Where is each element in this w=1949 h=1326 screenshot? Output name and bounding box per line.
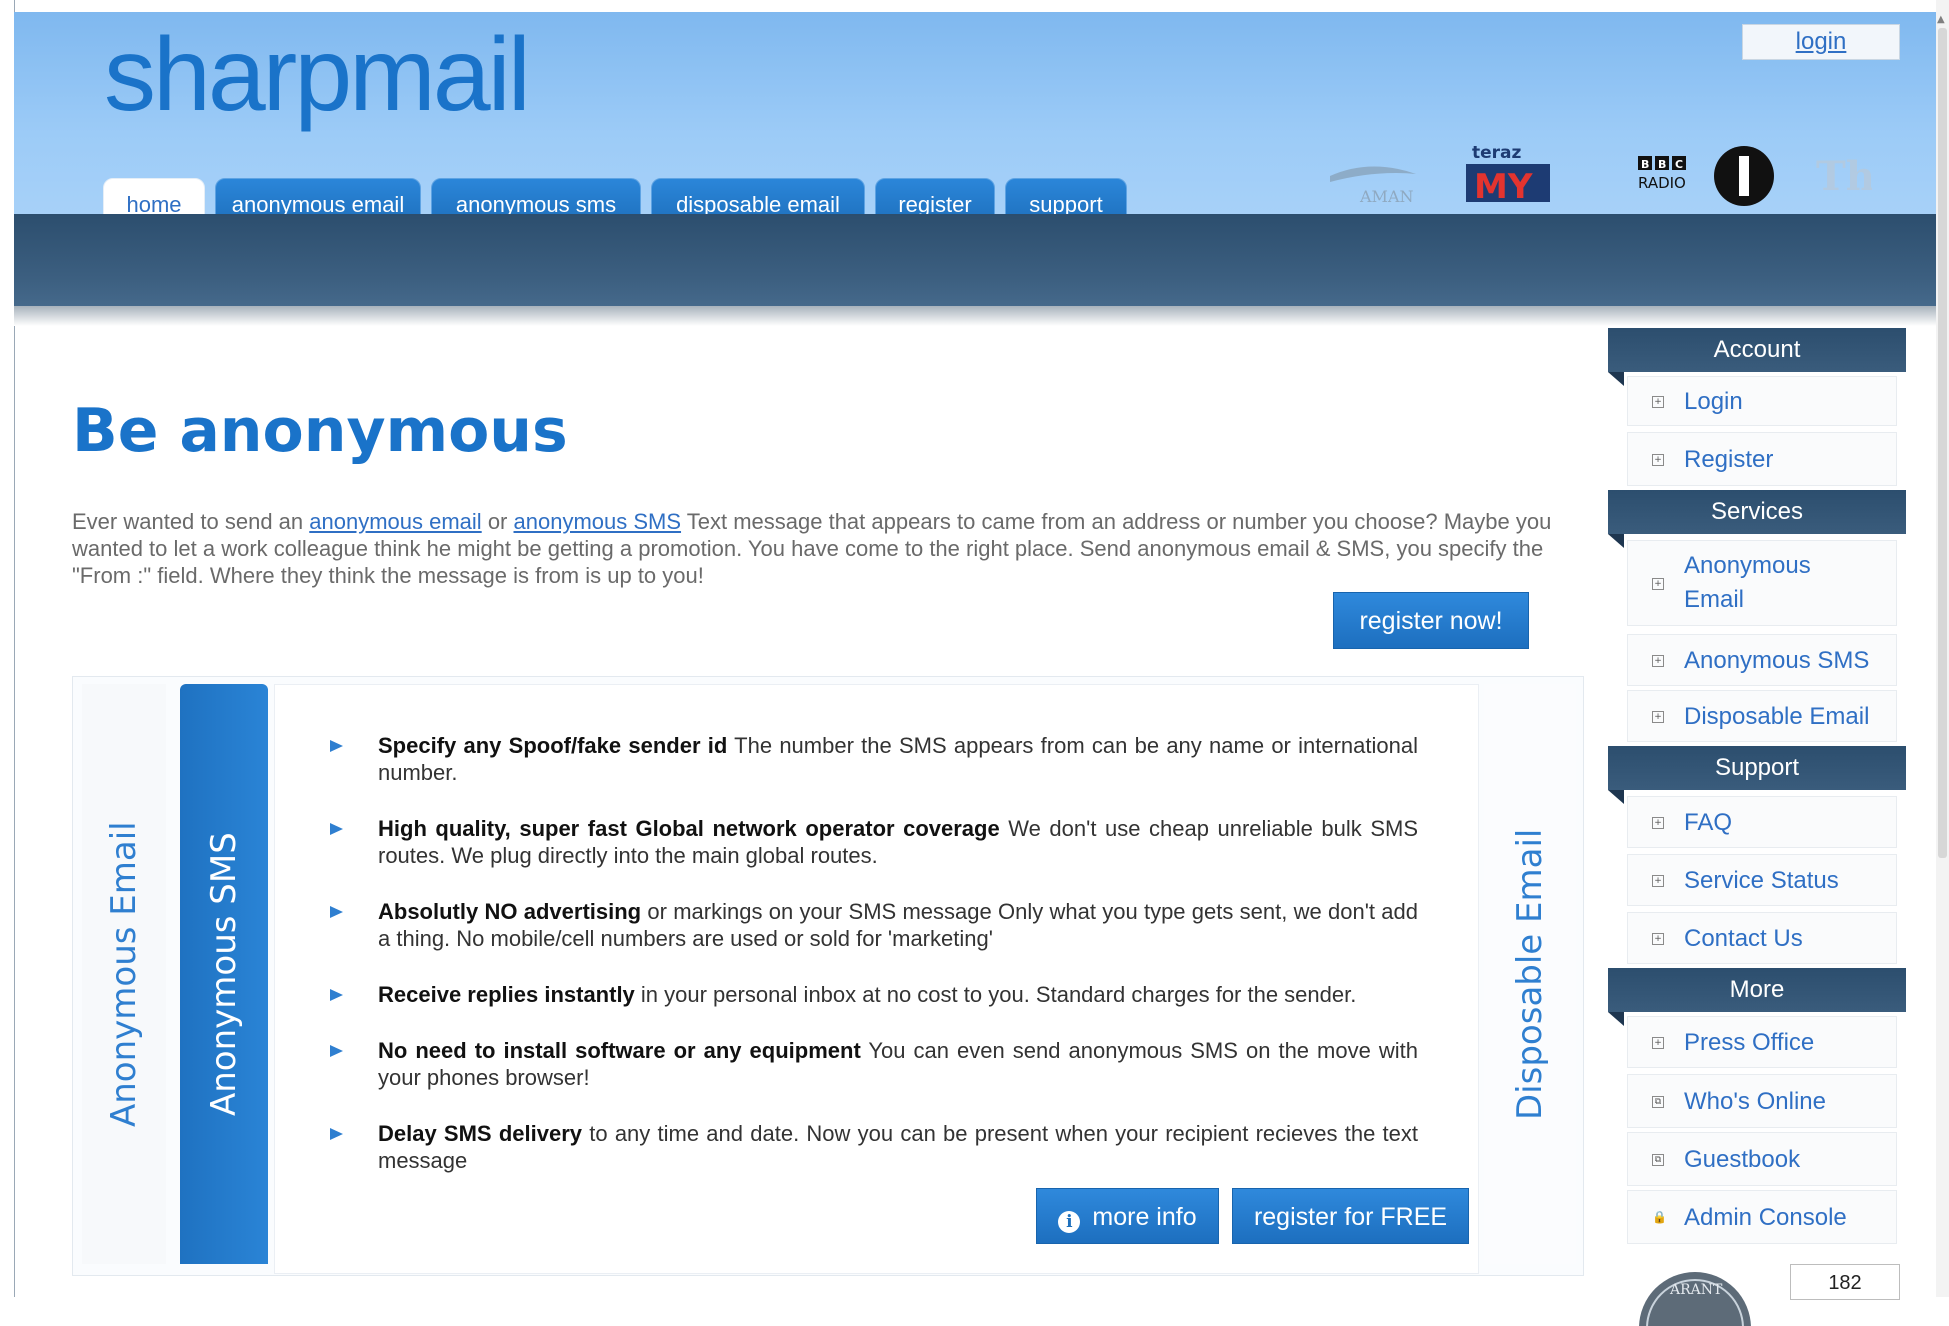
sidebar-heading-account: Account xyxy=(1608,328,1906,386)
guarantee-seal-icon: ARANT xyxy=(1639,1272,1751,1326)
plus-box-icon: + xyxy=(1652,396,1664,408)
bullet-arrow-icon xyxy=(330,1045,343,1057)
vertical-tab-anonymous-email[interactable]: Anonymous Email xyxy=(82,684,166,1264)
plus-box-icon: + xyxy=(1652,817,1664,829)
feature-list: Specify any Spoof/fake sender id The num… xyxy=(326,732,1418,1203)
sidebar-item-label: Service Status xyxy=(1684,867,1839,894)
sidebar-item-label: Anonymous SMS xyxy=(1684,647,1870,674)
dark-nav-bar xyxy=(14,214,1936,306)
sidebar-item-label: Disposable Email xyxy=(1684,703,1870,730)
register-now-button[interactable]: register now! xyxy=(1333,592,1529,649)
bullet-arrow-icon xyxy=(330,989,343,1001)
svg-text:B: B xyxy=(1658,158,1666,171)
sidebar-item-label: Contact Us xyxy=(1684,925,1803,952)
svg-text:ARANT: ARANT xyxy=(1669,1282,1723,1298)
feature-title: Absolutly NO advertising xyxy=(378,899,642,924)
sidebar-item-anonymous-sms[interactable]: + Anonymous SMS xyxy=(1627,634,1897,686)
sidebar-item-anonymous-email[interactable]: + Anonymous Email xyxy=(1627,540,1897,626)
more-info-label: more info xyxy=(1092,1203,1197,1231)
register-for-free-button[interactable]: register for FREE xyxy=(1232,1188,1469,1244)
intro-paragraph: Ever wanted to send an anonymous email o… xyxy=(72,508,1592,589)
bbc-radio-1-logo: B B C RADIO xyxy=(1638,146,1774,206)
sidebar-item-press-office[interactable]: + Press Office xyxy=(1627,1016,1897,1068)
feature-title: Receive replies instantly xyxy=(378,982,635,1007)
sidebar-item-guestbook[interactable]: ⧉ Guestbook xyxy=(1627,1132,1897,1186)
page-title: Be anonymous xyxy=(72,396,568,466)
bullet-arrow-icon xyxy=(330,1128,343,1140)
list-item: Delay SMS delivery to any time and date.… xyxy=(326,1120,1418,1174)
bullet-arrow-icon xyxy=(330,906,343,918)
plus-box-icon: + xyxy=(1652,875,1664,887)
plus-box-icon: + xyxy=(1652,1037,1664,1049)
external-window-icon: ⧉ xyxy=(1652,1096,1664,1108)
list-item: Absolutly NO advertising or markings on … xyxy=(326,898,1418,952)
teraz-my-logo: teraz MY xyxy=(1466,143,1550,207)
svg-text:C: C xyxy=(1675,158,1683,171)
plus-box-icon: + xyxy=(1652,578,1664,590)
sharpmail-logo[interactable]: sharpmail xyxy=(104,16,531,135)
sidebar-item-contact-us[interactable]: + Contact Us xyxy=(1627,912,1897,964)
feature-title: Specify any Spoof/fake sender id xyxy=(378,733,728,758)
svg-text:MY: MY xyxy=(1474,167,1533,207)
list-item: Specify any Spoof/fake sender id The num… xyxy=(326,732,1418,786)
sidebar-item-faq[interactable]: + FAQ xyxy=(1627,796,1897,848)
list-item: Receive replies instantly in your person… xyxy=(326,981,1418,1008)
sidebar-item-register[interactable]: + Register xyxy=(1627,432,1897,486)
external-window-icon: ⧉ xyxy=(1652,1154,1664,1166)
aman-logo: AMAN xyxy=(1330,166,1416,206)
info-icon: i xyxy=(1058,1211,1081,1233)
nav-shadow xyxy=(14,306,1936,326)
sidebar-heading-support: Support xyxy=(1608,746,1906,804)
feature-text: in your personal inbox at no cost to you… xyxy=(634,982,1357,1007)
scrollbar-thumb[interactable] xyxy=(1938,28,1947,858)
sidebar-item-admin-console[interactable]: 🔒 Admin Console xyxy=(1627,1190,1897,1244)
intro-text-2: or xyxy=(481,509,514,534)
visitor-counter: 182 xyxy=(1790,1264,1900,1300)
sidebar-heading-services: Services xyxy=(1608,490,1906,548)
intro-text-1: Ever wanted to send an xyxy=(72,509,310,534)
svg-text:B: B xyxy=(1641,158,1649,171)
lock-icon: 🔒 xyxy=(1652,1210,1667,1224)
sidebar-item-service-status[interactable]: + Service Status xyxy=(1627,854,1897,906)
anonymous-sms-link[interactable]: anonymous SMS xyxy=(514,509,682,534)
svg-text:AMAN: AMAN xyxy=(1359,187,1414,206)
sidebar-item-login[interactable]: + Login xyxy=(1627,376,1897,426)
bullet-arrow-icon xyxy=(330,740,343,752)
list-item: No need to install software or any equip… xyxy=(326,1037,1418,1091)
plus-box-icon: + xyxy=(1652,933,1664,945)
scroll-up-arrow-icon[interactable]: ▲ xyxy=(1937,14,1947,28)
sidebar-item-label: Who's Online xyxy=(1684,1088,1826,1115)
bullet-arrow-icon xyxy=(330,823,343,835)
svg-text:teraz: teraz xyxy=(1472,143,1522,163)
sidebar-item-label: FAQ xyxy=(1684,809,1733,836)
sidebar-item-disposable-email[interactable]: + Disposable Email xyxy=(1627,690,1897,742)
login-link[interactable]: login xyxy=(1796,28,1847,55)
sidebar-heading-more: More xyxy=(1608,968,1906,1026)
feature-title: High quality, super fast Global network … xyxy=(378,816,1000,841)
svg-text:Th: Th xyxy=(1816,153,1872,200)
plus-box-icon: + xyxy=(1652,711,1664,723)
sidebar-item-label: Admin Console xyxy=(1684,1204,1847,1231)
sidebar-item-label: Guestbook xyxy=(1684,1146,1801,1173)
faded-logo: Th xyxy=(1816,153,1872,200)
plus-box-icon: + xyxy=(1652,655,1664,667)
sidebar-item-whos-online[interactable]: ⧉ Who's Online xyxy=(1627,1074,1897,1128)
vertical-tab-disposable-email[interactable]: Disposable Email xyxy=(1484,684,1576,1264)
plus-box-icon: + xyxy=(1652,454,1664,466)
list-item: High quality, super fast Global network … xyxy=(326,815,1418,869)
sidebar-item-label: Register xyxy=(1684,446,1774,473)
vertical-tab-anonymous-sms[interactable]: Anonymous SMS xyxy=(180,684,268,1264)
anonymous-email-link[interactable]: anonymous email xyxy=(309,509,481,534)
more-info-button[interactable]: i more info xyxy=(1036,1188,1219,1244)
svg-text:RADIO: RADIO xyxy=(1638,174,1686,192)
sidebar-item-label: Anonymous Email xyxy=(1684,552,1811,613)
login-box: login xyxy=(1742,24,1900,60)
feature-title: Delay SMS delivery xyxy=(378,1121,583,1146)
feature-title: No need to install software or any equip… xyxy=(378,1038,861,1063)
sidebar-item-label: Press Office xyxy=(1684,1029,1815,1056)
sidebar-item-label: Login xyxy=(1684,388,1743,415)
